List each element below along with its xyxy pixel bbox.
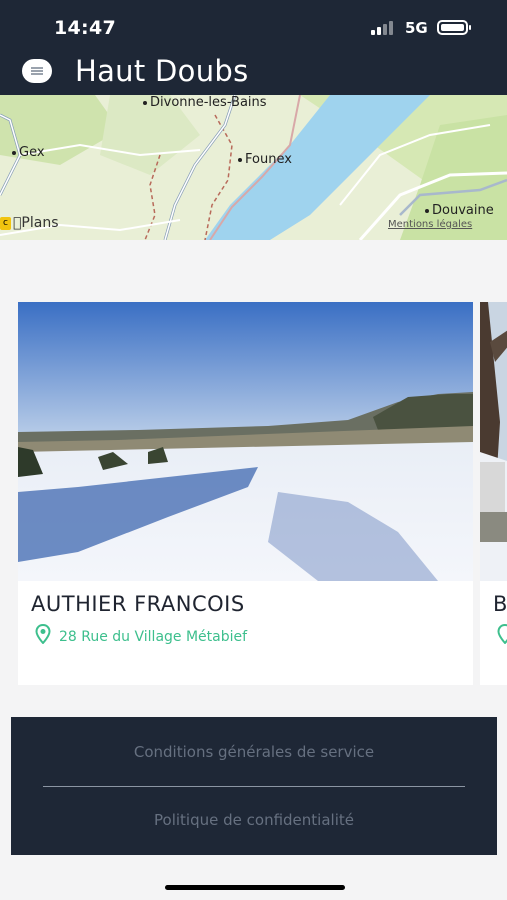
map-view[interactable]: Divonne-les-Bains Gex Founex Douvaine c… — [0, 95, 507, 240]
terms-link[interactable]: Conditions générales de service — [11, 743, 497, 761]
listing-address: 28 Rue du Village Métabief — [35, 624, 247, 645]
privacy-link[interactable]: Politique de confidentialité — [11, 811, 497, 829]
network-type: 5G — [405, 19, 428, 37]
listing-address-text: 28 Rue du Village Métabief — [59, 629, 248, 645]
listing-name-next: B — [493, 592, 507, 616]
menu-button[interactable] — [22, 59, 52, 83]
map-label-gex: Gex — [12, 145, 45, 160]
signal-icon — [371, 21, 395, 35]
app-header: 14:47 5G Haut Doubs — [0, 0, 507, 95]
listing-card[interactable]: AUTHIER FRANCOIS 28 Rue du Village Métab… — [18, 302, 473, 685]
listing-photo — [18, 302, 473, 581]
map-label-founex: Founex — [238, 152, 292, 167]
map-label-divonne: Divonne-les-Bains — [143, 95, 267, 110]
page-title: Haut Doubs — [75, 54, 249, 88]
listing-photo-next — [480, 302, 507, 581]
location-pin-icon — [35, 624, 51, 644]
status-bar: 14:47 5G — [0, 0, 507, 50]
listing-name: AUTHIER FRANCOIS — [31, 592, 245, 616]
legal-notices-link[interactable]: Mentions légales — [388, 219, 472, 230]
status-time: 14:47 — [54, 17, 116, 39]
location-pin-icon — [497, 624, 507, 644]
map-attribution-label: Plans — [17, 215, 58, 231]
battery-icon — [437, 20, 471, 35]
footer-links: Conditions générales de service Politiqu… — [11, 717, 497, 855]
footer-divider — [43, 786, 465, 787]
listing-card-next[interactable]: B — [480, 302, 507, 685]
map-label-douvaine: Douvaine — [425, 203, 494, 218]
home-indicator[interactable] — [165, 885, 345, 890]
plans-logo-icon: c — [0, 216, 11, 230]
map-attribution: cPlans — [0, 215, 58, 231]
